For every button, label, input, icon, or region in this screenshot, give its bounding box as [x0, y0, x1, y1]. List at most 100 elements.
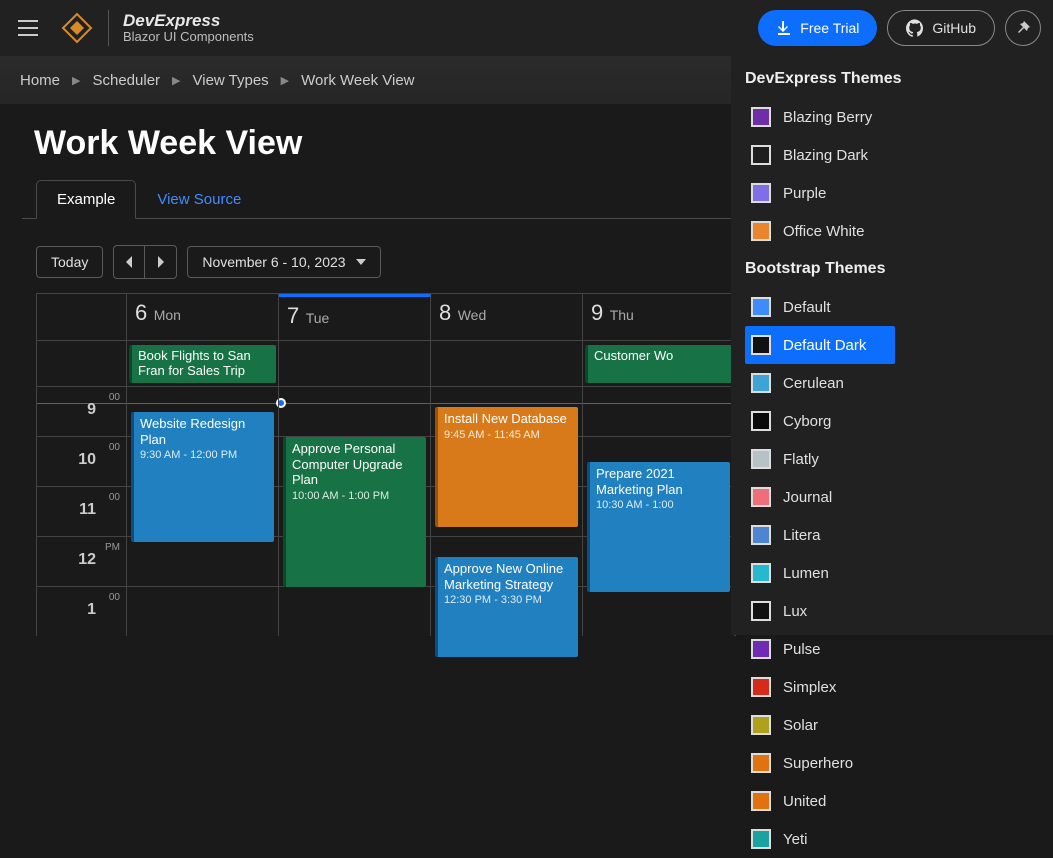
- day-name: Wed: [458, 307, 487, 323]
- theme-item[interactable]: Lux: [745, 592, 895, 630]
- allday-event[interactable]: Book Flights to San Fran for Sales Trip: [129, 345, 276, 383]
- theme-item[interactable]: Journal: [745, 478, 895, 516]
- time-cell[interactable]: [127, 487, 279, 536]
- menu-icon[interactable]: [12, 12, 44, 44]
- theme-label: Cerulean: [783, 375, 844, 392]
- theme-label: Lumen: [783, 565, 829, 582]
- time-cell[interactable]: [583, 437, 735, 486]
- time-label: 100: [37, 587, 127, 636]
- day-header[interactable]: 6 Mon: [127, 294, 279, 340]
- event-title: Install New Database: [444, 411, 572, 427]
- themes-panel: DevExpress Themes Blazing Berry Blazing D…: [731, 56, 1053, 635]
- time-cell[interactable]: [431, 537, 583, 586]
- time-cell[interactable]: [127, 587, 279, 636]
- time-cell[interactable]: [279, 437, 431, 486]
- dx-themes-title: DevExpress Themes: [745, 70, 1043, 88]
- github-button[interactable]: GitHub: [887, 10, 995, 46]
- date-range-picker[interactable]: November 6 - 10, 2023: [187, 246, 380, 278]
- free-trial-label: Free Trial: [800, 20, 859, 36]
- theme-label: Solar: [783, 717, 818, 734]
- theme-swatch-icon: [751, 487, 771, 507]
- breadcrumb-item[interactable]: Work Week View: [301, 72, 414, 89]
- allday-cell[interactable]: Book Flights to San Fran for Sales Trip: [127, 341, 279, 386]
- theme-label: Flatly: [783, 451, 819, 468]
- theme-swatch-icon: [751, 829, 771, 849]
- theme-swatch-icon: [751, 449, 771, 469]
- github-icon: [906, 19, 924, 37]
- time-cell[interactable]: [127, 537, 279, 586]
- time-cell[interactable]: [583, 537, 735, 586]
- theme-label: Default Dark: [783, 337, 866, 354]
- time-cell[interactable]: Approve Personal Computer Upgrade Plan 1…: [279, 387, 431, 436]
- allday-cell[interactable]: [431, 341, 583, 386]
- time-cell[interactable]: Prepare 2021 Marketing Plan 10:30 AM - 1…: [583, 387, 735, 436]
- day-header[interactable]: 8 Wed: [431, 294, 583, 340]
- bs-theme-grid: Default Default Dark Cerulean Cyborg Flatly J…: [745, 288, 1043, 858]
- breadcrumb-item[interactable]: View Types: [193, 72, 269, 89]
- theme-item[interactable]: Solar: [745, 706, 895, 744]
- theme-swatch-icon: [751, 639, 771, 659]
- event-title: Book Flights to San Fran for Sales Trip: [138, 348, 251, 378]
- allday-cell[interactable]: Customer Wo: [583, 341, 735, 386]
- theme-item[interactable]: United: [745, 782, 895, 820]
- day-header[interactable]: 7 Tue: [279, 294, 431, 340]
- allday-event[interactable]: Customer Wo: [585, 345, 732, 383]
- theme-item[interactable]: Blazing Berry: [745, 98, 895, 136]
- time-cell[interactable]: [279, 487, 431, 536]
- nav-group: [113, 245, 177, 279]
- brand-logo[interactable]: DevExpress Blazor UI Components: [60, 10, 254, 46]
- allday-row: Book Flights to San Fran for Sales Trip …: [37, 340, 735, 386]
- time-cell[interactable]: [279, 587, 431, 636]
- time-cell[interactable]: [583, 487, 735, 536]
- free-trial-button[interactable]: Free Trial: [758, 10, 877, 46]
- time-cell[interactable]: Install New Database 9:45 AM - 11:45 AM …: [431, 387, 583, 436]
- theme-item[interactable]: Purple: [745, 174, 895, 212]
- time-cell[interactable]: [583, 587, 735, 636]
- theme-label: Office White: [783, 223, 864, 240]
- dx-theme-grid: Blazing Berry Blazing DarkPurple Office Wh…: [745, 98, 1043, 250]
- theme-item[interactable]: Office White: [745, 212, 895, 250]
- time-cell[interactable]: [431, 487, 583, 536]
- theme-item[interactable]: Default: [745, 288, 895, 326]
- theme-item[interactable]: Lumen: [745, 554, 895, 592]
- day-header[interactable]: 9 Thu: [583, 294, 735, 340]
- theme-swatch-icon: [751, 677, 771, 697]
- theme-label: Superhero: [783, 755, 853, 772]
- theme-item[interactable]: Default Dark: [745, 326, 895, 364]
- theme-item[interactable]: Simplex: [745, 668, 895, 706]
- scheduler-grid: 6 Mon 7 Tue 8 Wed 9 Thu Book Flights to …: [36, 293, 736, 636]
- theme-item[interactable]: Superhero: [745, 744, 895, 782]
- time-row: 100: [37, 586, 735, 636]
- theme-item[interactable]: Cyborg: [745, 402, 895, 440]
- prev-button[interactable]: [113, 245, 145, 279]
- theme-item[interactable]: Pulse: [745, 630, 895, 668]
- theme-item[interactable]: Litera: [745, 516, 895, 554]
- theme-item[interactable]: Cerulean: [745, 364, 895, 402]
- next-button[interactable]: [145, 245, 177, 279]
- theme-item[interactable]: Flatly: [745, 440, 895, 478]
- theme-label: Litera: [783, 527, 821, 544]
- tab-example[interactable]: Example: [36, 180, 136, 219]
- theme-label: Blazing Berry: [783, 109, 872, 126]
- theme-item[interactable]: Yeti: [745, 820, 895, 858]
- theme-label: Simplex: [783, 679, 836, 696]
- theme-label: Pulse: [783, 641, 821, 658]
- time-cell[interactable]: [127, 437, 279, 486]
- day-name: Thu: [610, 307, 634, 323]
- pin-button[interactable]: [1005, 10, 1041, 46]
- time-cell[interactable]: [431, 587, 583, 636]
- theme-item[interactable]: Blazing Dark: [745, 136, 895, 174]
- breadcrumb-item[interactable]: Home: [20, 72, 60, 89]
- time-cell[interactable]: [279, 537, 431, 586]
- time-cell[interactable]: [431, 437, 583, 486]
- today-button[interactable]: Today: [36, 246, 103, 278]
- theme-swatch-icon: [751, 221, 771, 241]
- time-cell[interactable]: Website Redesign Plan 9:30 AM - 12:00 PM: [127, 387, 279, 436]
- event-title: Customer Wo: [594, 348, 673, 363]
- brand-main: DevExpress: [123, 12, 254, 31]
- theme-swatch-icon: [751, 335, 771, 355]
- allday-cell[interactable]: [279, 341, 431, 386]
- tab-view-source[interactable]: View Source: [136, 180, 262, 218]
- breadcrumb-item[interactable]: Scheduler: [92, 72, 160, 89]
- day-header-row: 6 Mon 7 Tue 8 Wed 9 Thu: [37, 294, 735, 340]
